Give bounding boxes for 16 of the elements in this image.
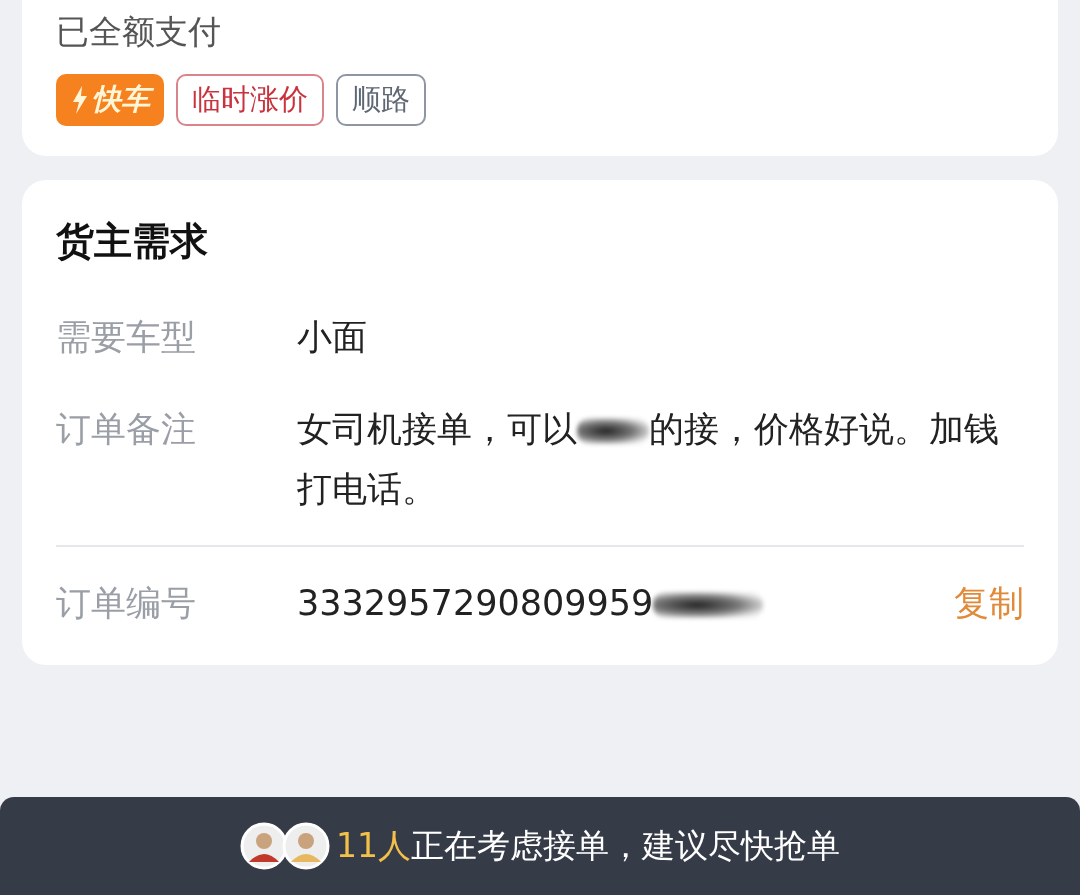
tag-label: 临时涨价: [192, 81, 308, 118]
section-title: 货主需求: [56, 218, 209, 265]
avatar-icon: [282, 822, 330, 870]
order-number: 3332957290809959: [297, 573, 954, 633]
field-label: 需要车型: [56, 316, 197, 359]
avatar-icon: [240, 822, 288, 870]
field-label: 订单备注: [56, 408, 197, 451]
payment-status: 已全额支付: [56, 11, 222, 53]
field-label: 订单编号: [56, 582, 197, 625]
tag-label: 顺路: [352, 81, 410, 118]
lightning-icon: [70, 85, 90, 115]
field-value: 小面: [297, 316, 368, 359]
copy-link[interactable]: 复制: [954, 573, 1024, 633]
banner-text: 11人正在考虑接单，建议尽快抢单: [336, 824, 840, 867]
order-note: 女司机接单，可以 的接，价格好说。加钱打电话。: [297, 408, 1000, 511]
redaction-mark: [577, 418, 649, 444]
